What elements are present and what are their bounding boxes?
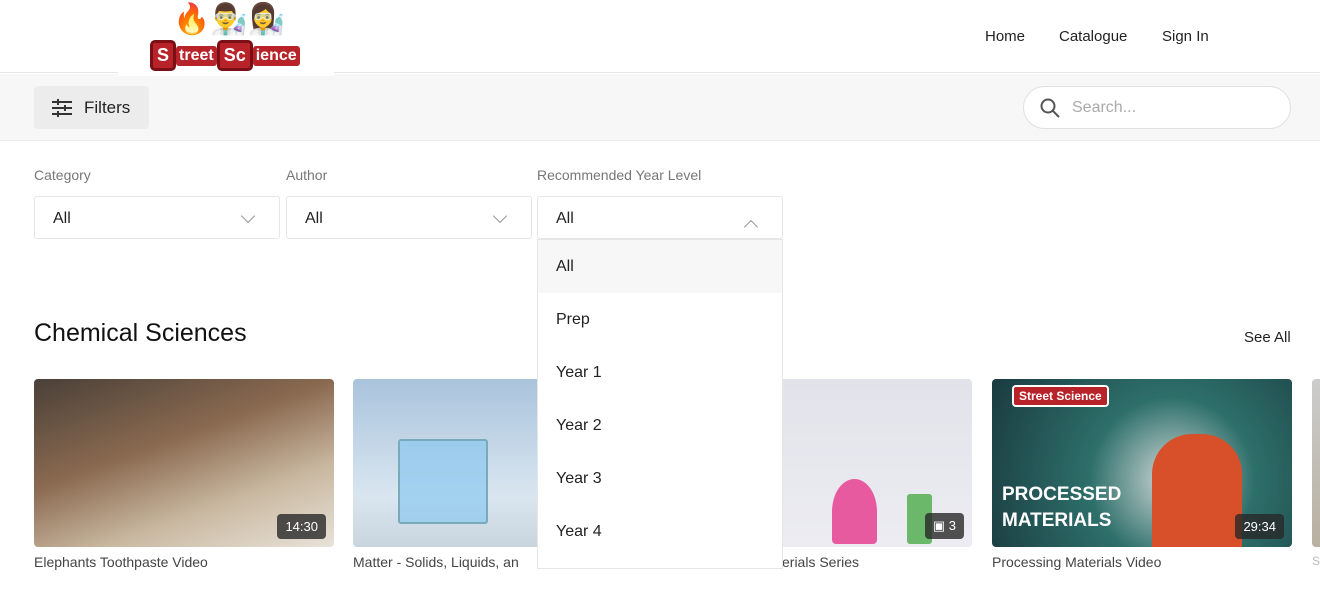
- flask-illustration: [832, 479, 877, 544]
- video-thumbnail[interactable]: [1312, 379, 1320, 547]
- chevron-up-icon: [743, 219, 759, 235]
- video-card[interactable]: Street Science PROCESSED MATERIALS 29:34…: [992, 379, 1292, 570]
- filters-label: Filters: [84, 97, 131, 117]
- author-label: Author: [286, 167, 328, 183]
- sliders-icon: [52, 98, 72, 117]
- thumbnail-overlay-text: PROCESSED: [1002, 484, 1122, 505]
- chevron-down-icon: [492, 208, 508, 224]
- chevron-down-icon: [240, 208, 256, 224]
- nav-catalogue[interactable]: Catalogue: [1059, 28, 1127, 45]
- category-select[interactable]: All: [34, 196, 280, 239]
- category-value: All: [53, 210, 71, 227]
- video-title[interactable]: Elephants Toothpaste Video: [34, 554, 334, 570]
- year-level-dropdown: All Prep Year 1 Year 2 Year 3 Year 4: [537, 239, 783, 569]
- thumbnail-overlay-text: MATERIALS: [1002, 510, 1112, 531]
- option-all[interactable]: All: [538, 240, 782, 293]
- street-science-logo[interactable]: 🔥👨‍🔬👩‍🔬 Street Sc ience: [118, 0, 334, 76]
- video-count: 3: [948, 518, 956, 533]
- search-icon: [1040, 98, 1060, 118]
- video-card[interactable]: 14:30 Elephants Toothpaste Video: [34, 379, 334, 570]
- video-thumbnail[interactable]: 14:30: [34, 379, 334, 547]
- section-title: Chemical Sciences: [34, 319, 247, 347]
- duration-badge: 14:30: [277, 514, 326, 539]
- year-level-select[interactable]: All: [537, 196, 783, 239]
- logo-wordmark: Street Sc ience: [150, 40, 300, 71]
- filter-bar: Filters Search...: [0, 74, 1320, 141]
- category-label: Category: [34, 167, 91, 183]
- ice-beaker-illustration: [398, 439, 488, 524]
- presenter-illustration: [1152, 434, 1242, 547]
- search-placeholder: Search...: [1072, 98, 1137, 116]
- duration-badge: 29:34: [1235, 514, 1284, 539]
- filters-button[interactable]: Filters: [34, 86, 149, 129]
- video-thumbnail[interactable]: Street Science PROCESSED MATERIALS 29:34: [992, 379, 1292, 547]
- search-input[interactable]: Search...: [1023, 86, 1291, 129]
- nav-sign-in[interactable]: Sign In: [1162, 28, 1209, 45]
- scientists-icon: 🔥👨‍🔬👩‍🔬: [173, 3, 286, 36]
- nav-home[interactable]: Home: [985, 28, 1025, 45]
- option-year-4[interactable]: Year 4: [538, 505, 782, 558]
- playlist-icon: ▣: [932, 518, 949, 533]
- author-value: All: [305, 210, 323, 227]
- option-prep[interactable]: Prep: [538, 293, 782, 346]
- year-level-value: All: [556, 210, 574, 227]
- street-science-logo: Street Science: [1012, 385, 1109, 407]
- video-title[interactable]: S: [1312, 554, 1320, 568]
- option-year-2[interactable]: Year 2: [538, 399, 782, 452]
- option-year-1[interactable]: Year 1: [538, 346, 782, 399]
- author-select[interactable]: All: [286, 196, 532, 239]
- header: 🔥👨‍🔬👩‍🔬 Street Sc ience Home Catalogue Sig…: [0, 0, 1320, 76]
- video-card[interactable]: S: [1312, 379, 1320, 568]
- option-year-3[interactable]: Year 3: [538, 452, 782, 505]
- see-all-link[interactable]: See All: [1244, 329, 1291, 346]
- video-count-badge: ▣ 3: [924, 513, 964, 539]
- year-level-label: Recommended Year Level: [537, 167, 702, 183]
- video-title[interactable]: Processing Materials Video: [992, 554, 1292, 570]
